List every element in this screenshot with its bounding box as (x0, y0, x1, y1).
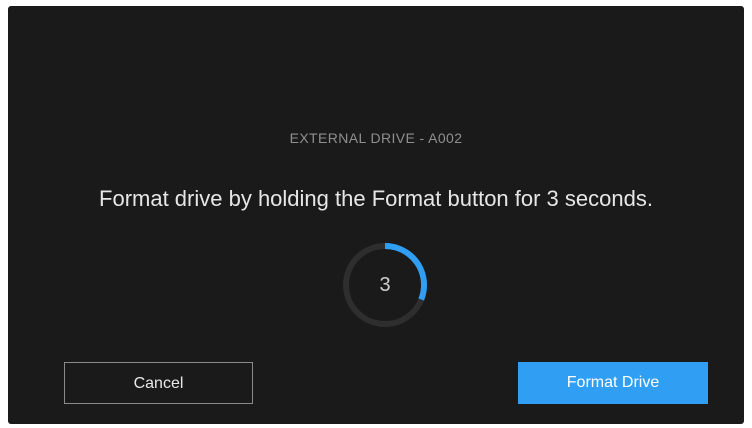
format-instruction-text: Format drive by holding the Format butto… (99, 186, 653, 211)
hold-progress-ring: 3 (342, 242, 428, 328)
cancel-button[interactable]: Cancel (64, 362, 253, 404)
drive-name-label: EXTERNAL DRIVE - A002 (289, 130, 463, 146)
countdown-number: 3 (379, 274, 391, 296)
format-drive-button[interactable]: Format Drive (518, 362, 708, 404)
format-drive-dialog: EXTERNAL DRIVE - A002 Format drive by ho… (8, 6, 744, 424)
